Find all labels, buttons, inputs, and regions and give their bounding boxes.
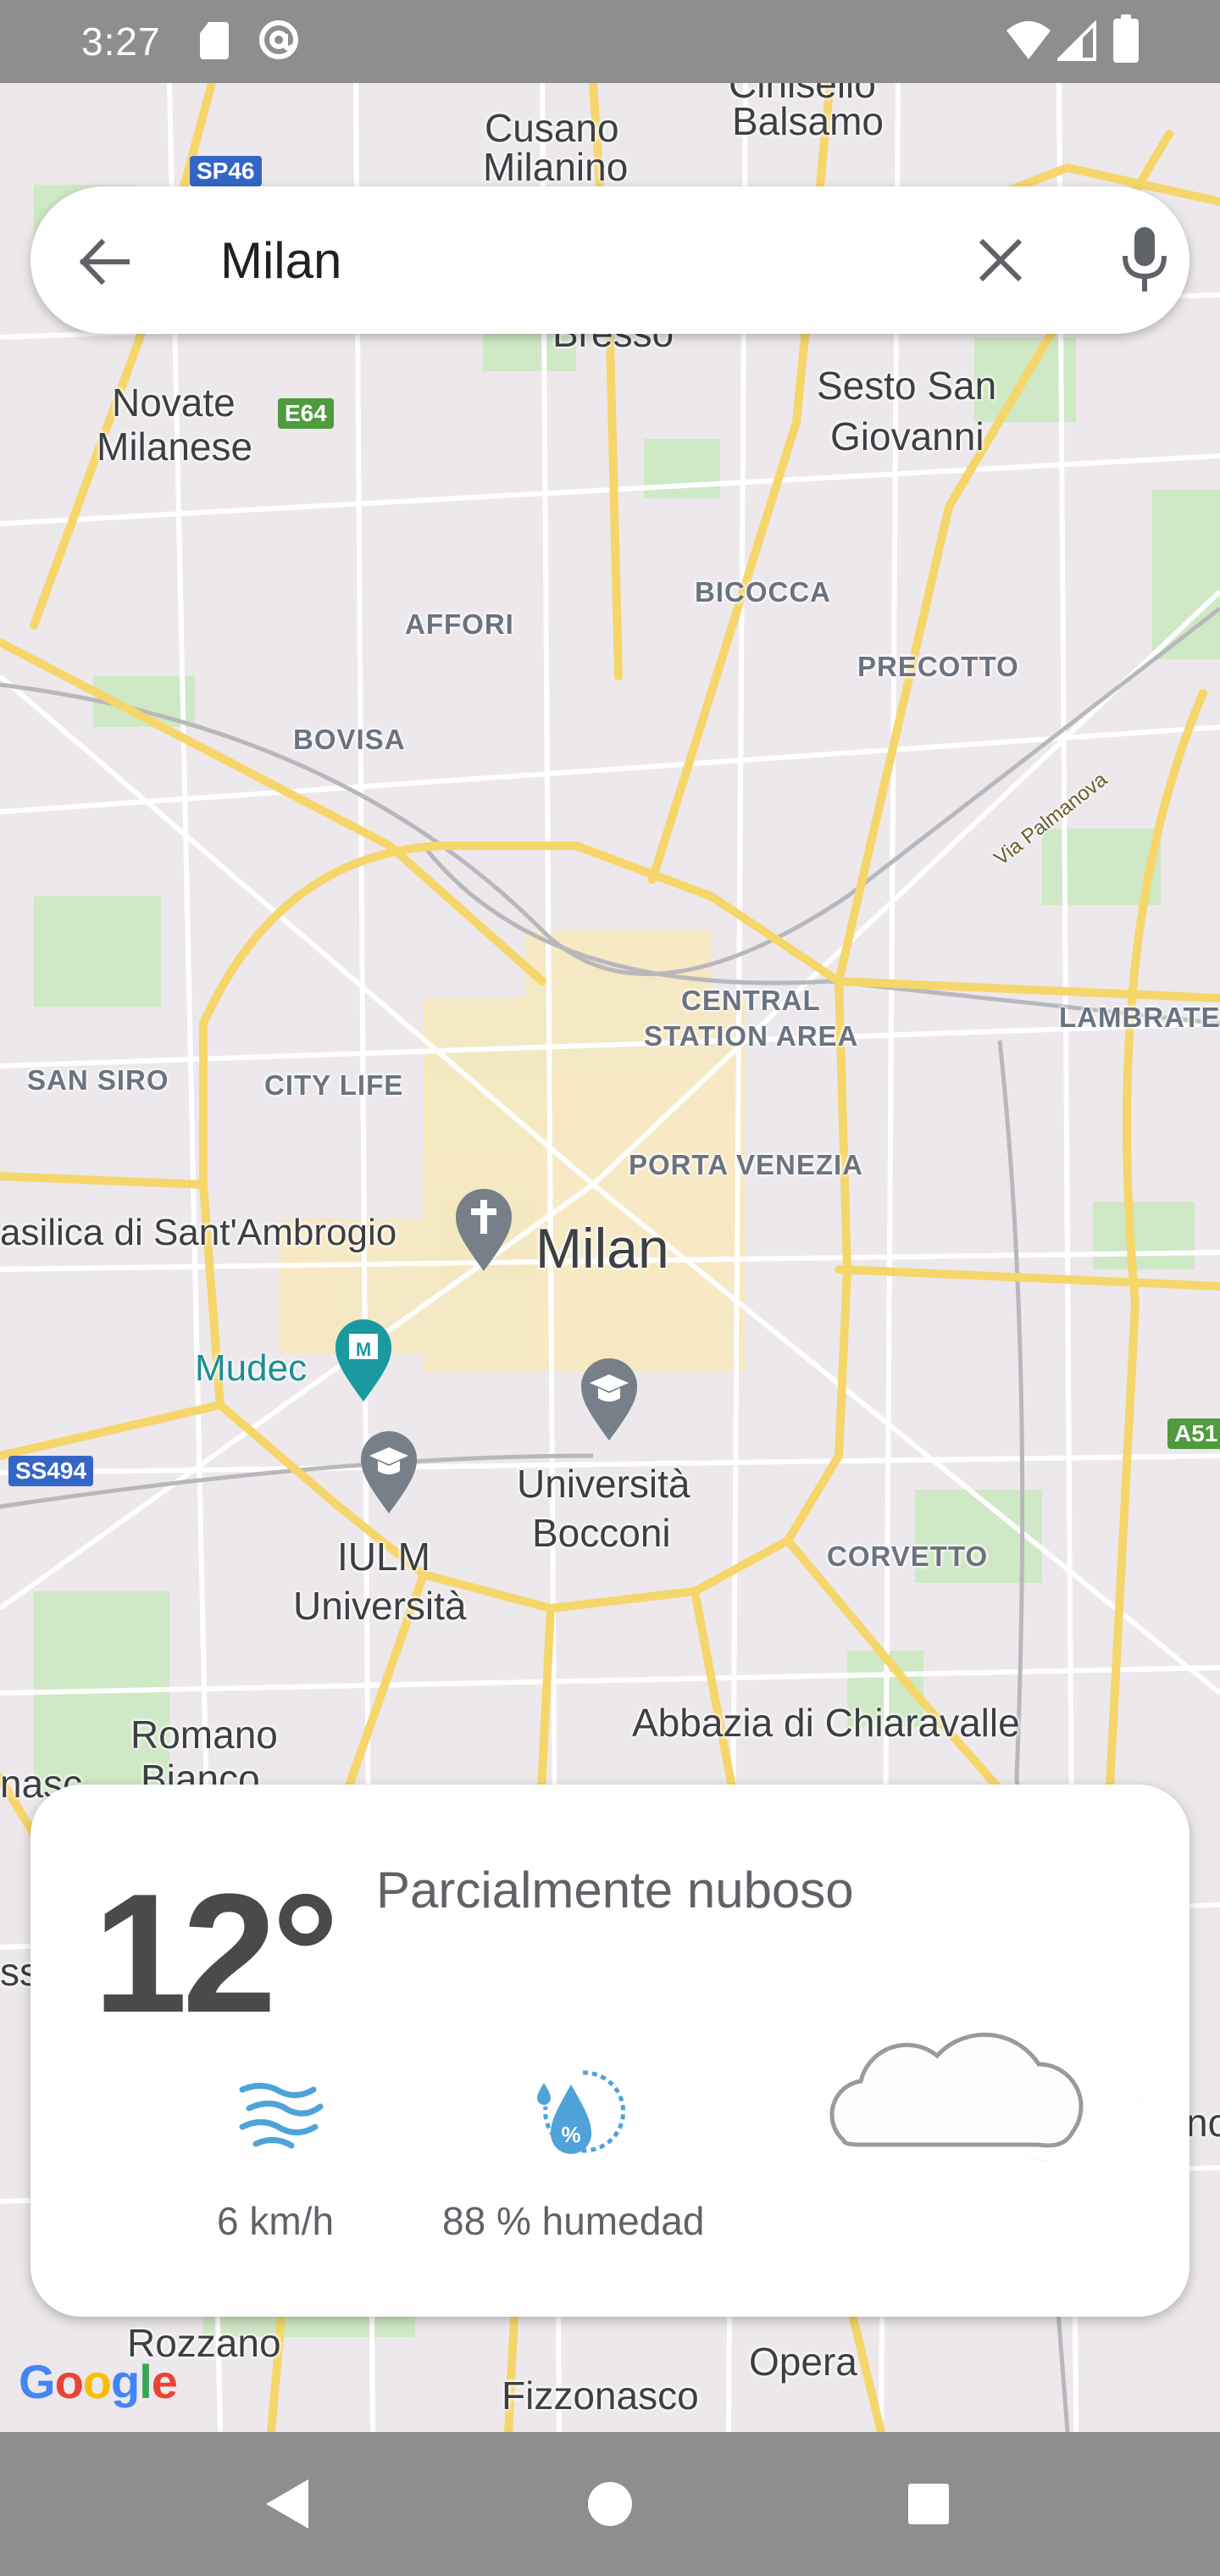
- map-label-sesto-san: Sesto San: [817, 364, 997, 408]
- svg-text:M: M: [356, 1339, 371, 1360]
- microphone-icon[interactable]: [1115, 224, 1174, 295]
- road-shield-ss494: SS494: [8, 1456, 94, 1486]
- map-label-cusano: Cusano: [485, 106, 619, 150]
- map-label-milanese: Milanese: [97, 425, 253, 469]
- weather-temperature: 12°: [93, 1859, 339, 2048]
- map-label-mudec: Mudec: [195, 1347, 308, 1389]
- wind-speed: 6 km/h: [217, 2199, 335, 2243]
- map-label-balsamo: Balsamo: [732, 99, 884, 143]
- road-shield-sp46: SP46: [190, 156, 262, 186]
- sd-card-icon: [200, 22, 229, 59]
- road-shield-a51: A51: [1167, 1418, 1220, 1449]
- map-label-no: no: [1186, 2101, 1220, 2145]
- weather-condition: Parcialmente nuboso: [376, 1862, 854, 1918]
- wifi-icon: [1006, 21, 1051, 59]
- map-label-bicocca: BICOCCA: [695, 576, 831, 608]
- back-triangle-icon[interactable]: [261, 2474, 315, 2534]
- map-label-basilica: asilica di Sant'Ambrogio: [0, 1212, 397, 1253]
- wind-icon: [239, 2083, 324, 2149]
- google-logo: Google: [19, 2355, 178, 2408]
- map-label-san-siro: SAN SIRO: [27, 1064, 169, 1096]
- map-label-porta-venezia: PORTA VENEZIA: [629, 1149, 864, 1180]
- map-label-milan: Milan: [535, 1217, 669, 1280]
- map-label-lambrate: LAMBRATE: [1059, 1002, 1220, 1033]
- signal-icon: [1057, 20, 1096, 61]
- navigation-bar: [0, 2432, 1220, 2576]
- search-bar: [30, 186, 1190, 334]
- back-arrow-icon[interactable]: [75, 232, 134, 291]
- map-label-central-1: CENTRAL: [681, 985, 821, 1016]
- map-label-city-life: CITY LIFE: [264, 1069, 404, 1101]
- university-pin-icon[interactable]: [580, 1357, 639, 1442]
- map-label-fizzonasco: Fizzonasco: [502, 2373, 699, 2418]
- map-label-novate: Novate: [112, 380, 236, 425]
- humidity-value: 88 % humedad: [442, 2199, 705, 2243]
- map-label-abbazia: Abbazia di Chiaravalle: [632, 1701, 1020, 1745]
- map-label-central-2: STATION AREA: [644, 1020, 859, 1052]
- map-label-universita: Università: [517, 1462, 690, 1506]
- map-label-iulm: IULM: [337, 1535, 430, 1579]
- map-label-bocconi: Bocconi: [532, 1511, 671, 1555]
- search-input[interactable]: [219, 230, 900, 291]
- home-circle-icon[interactable]: [583, 2474, 637, 2534]
- map-label-bovisa: BOVISA: [293, 724, 406, 755]
- church-pin-icon[interactable]: [454, 1188, 513, 1273]
- at-sign-icon: [259, 20, 298, 59]
- map-label-affori: AFFORI: [405, 608, 514, 640]
- map-label-giovanni: Giovanni: [830, 414, 984, 458]
- map-label-milanino: Milanino: [483, 145, 629, 189]
- status-bar: 3:27: [0, 0, 1220, 83]
- clear-icon[interactable]: [971, 230, 1030, 290]
- university-pin-icon[interactable]: [359, 1430, 419, 1515]
- weather-card[interactable]: 12° Parcialmente nuboso % 6 km/h 88 % hu…: [30, 1785, 1190, 2317]
- humidity-icon: %: [537, 2070, 626, 2154]
- museum-pin-icon[interactable]: M: [334, 1319, 393, 1403]
- road-shield-e64: E64: [278, 398, 334, 429]
- map-label-opera: Opera: [749, 2340, 857, 2384]
- partly-cloudy-night-icon: [829, 1979, 1149, 2162]
- battery-icon: [1113, 14, 1139, 63]
- status-time: 3:27: [81, 19, 161, 64]
- map-label-romano: Romano: [130, 1713, 278, 1757]
- map-label-precotto: PRECOTTO: [857, 651, 1019, 682]
- map-label-iulm-universita: Università: [293, 1584, 467, 1628]
- svg-text:%: %: [561, 2122, 580, 2147]
- recents-square-icon[interactable]: [901, 2474, 956, 2534]
- map-label-corvetto: CORVETTO: [827, 1541, 989, 1572]
